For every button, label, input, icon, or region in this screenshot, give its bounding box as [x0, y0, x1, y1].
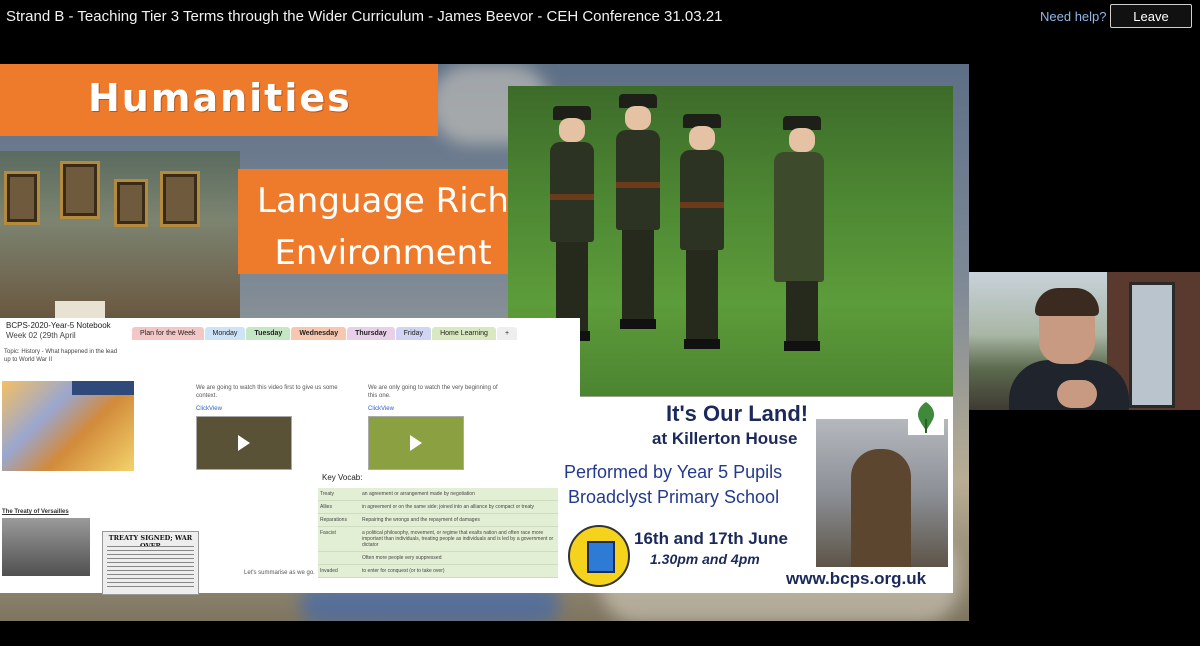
meeting-title: Strand B - Teaching Tier 3 Terms through…: [6, 8, 723, 25]
europe-map-image: [2, 381, 134, 471]
play-poster: It's Our Land! at Killerton House Perfor…: [558, 397, 953, 593]
oak-leaf-icon: [908, 399, 944, 435]
poster-performers: Performed by Year 5 Pupils: [564, 462, 783, 482]
meeting-top-bar: Strand B - Teaching Tier 3 Terms through…: [0, 0, 1200, 34]
notebook-heading: Topic: History - What happened in the le…: [4, 349, 118, 363]
poster-dates: 16th and 17th June: [634, 529, 788, 548]
tab-wednesday[interactable]: Wednesday: [291, 327, 347, 340]
vocab-definition: to enter for conquest (or to take over): [360, 564, 558, 578]
onenote-notebook: BCPS-2020-Year-5 Notebook Week 02 (29th …: [0, 318, 580, 595]
video1-caption: We are going to watch this video first t…: [196, 385, 338, 399]
shared-screen: Humanities Language Rich Environment BCP…: [0, 64, 969, 621]
table-row: Often more people very suppressed: [318, 551, 558, 565]
video2-thumbnail[interactable]: [368, 416, 464, 470]
poster-school: Broadclyst Primary School: [568, 487, 780, 507]
language-rich-banner: Language Rich Environment: [238, 169, 528, 274]
vocab-definition: Often more people very suppressed: [360, 551, 558, 565]
vocab-definition: an agreement or arrangement made by nego…: [360, 488, 558, 501]
vocab-term: Reparations: [318, 513, 360, 527]
poster-url: www.bcps.org.uk: [786, 569, 927, 588]
video2-caption: We are only going to watch the very begi…: [368, 385, 498, 399]
key-vocab-table: Treaty an agreement or arrangement made b…: [318, 488, 558, 578]
table-row: Invaded to enter for conquest (or to take…: [318, 564, 558, 578]
table-row: Allies in agreement or on the same side; …: [318, 500, 558, 514]
treaty-heading: The Treaty of Versailles: [2, 509, 69, 515]
vocab-definition: a political philosophy, movement, or reg…: [360, 526, 558, 552]
need-help-link[interactable]: Need help?: [1040, 9, 1107, 24]
summarise-note: Let's summarise as we go.: [244, 570, 315, 576]
tab-thursday[interactable]: Thursday: [347, 327, 395, 340]
painting: [60, 161, 100, 219]
tab-home-learning[interactable]: Home Learning: [432, 327, 496, 340]
school-logo-icon: [568, 525, 630, 587]
vocab-term: Treaty: [318, 488, 360, 501]
vocab-definition: Repairing the wrongs and the repayment o…: [360, 513, 558, 527]
notebook-title: BCPS-2020-Year-5 Notebook: [6, 321, 111, 330]
notebook-week: Week 02 (29th April: [6, 331, 76, 340]
table-row: Fascist a political philosophy, movement,…: [318, 526, 558, 552]
language-line-1: Language Rich: [257, 181, 509, 221]
tab-monday[interactable]: Monday: [204, 327, 246, 340]
add-tab-button[interactable]: +: [496, 327, 518, 340]
vocab-definition: in agreement or on the same side; joined…: [360, 500, 558, 514]
poster-times: 1.30pm and 4pm: [650, 551, 760, 567]
painting: [160, 171, 200, 227]
notebook-tabs: Plan for the Week Monday Tuesday Wednesd…: [132, 327, 518, 340]
newspaper-clipping: TREATY SIGNED; WAR OVER: [102, 531, 199, 595]
humanities-title: Humanities: [88, 76, 352, 120]
poster-subtitle: at Killerton House: [652, 429, 798, 448]
table-row: Treaty an agreement or arrangement made b…: [318, 488, 558, 501]
video2-link[interactable]: ClickView: [368, 406, 394, 412]
play-icon: [410, 435, 422, 451]
vocab-term: [318, 551, 360, 565]
tab-friday[interactable]: Friday: [395, 327, 432, 340]
vocab-term: Allies: [318, 500, 360, 514]
table-row: Reparations Repairing the wrongs and the …: [318, 513, 558, 527]
language-line-2: Environment: [274, 233, 492, 273]
vocab-term: Invaded: [318, 564, 360, 578]
painting: [4, 171, 40, 225]
tab-tuesday[interactable]: Tuesday: [246, 327, 291, 340]
tab-plan-for-the-week[interactable]: Plan for the Week: [132, 327, 204, 340]
humanities-banner: Humanities: [0, 64, 438, 136]
painting: [114, 179, 148, 227]
house-doorway-photo: [816, 419, 948, 567]
video1-thumbnail[interactable]: [196, 416, 292, 470]
video1-link[interactable]: ClickView: [196, 406, 222, 412]
speaker-hair: [1035, 288, 1099, 316]
play-icon: [238, 435, 250, 451]
vocab-term: Fascist: [318, 526, 360, 552]
speaker-video-tile: [969, 272, 1200, 410]
speaker-hand: [1057, 380, 1097, 408]
poster-title: It's Our Land!: [666, 401, 809, 426]
leave-button[interactable]: Leave: [1110, 4, 1192, 28]
treaty-signing-photo: [2, 518, 90, 576]
key-vocab-label: Key Vocab:: [322, 473, 363, 482]
